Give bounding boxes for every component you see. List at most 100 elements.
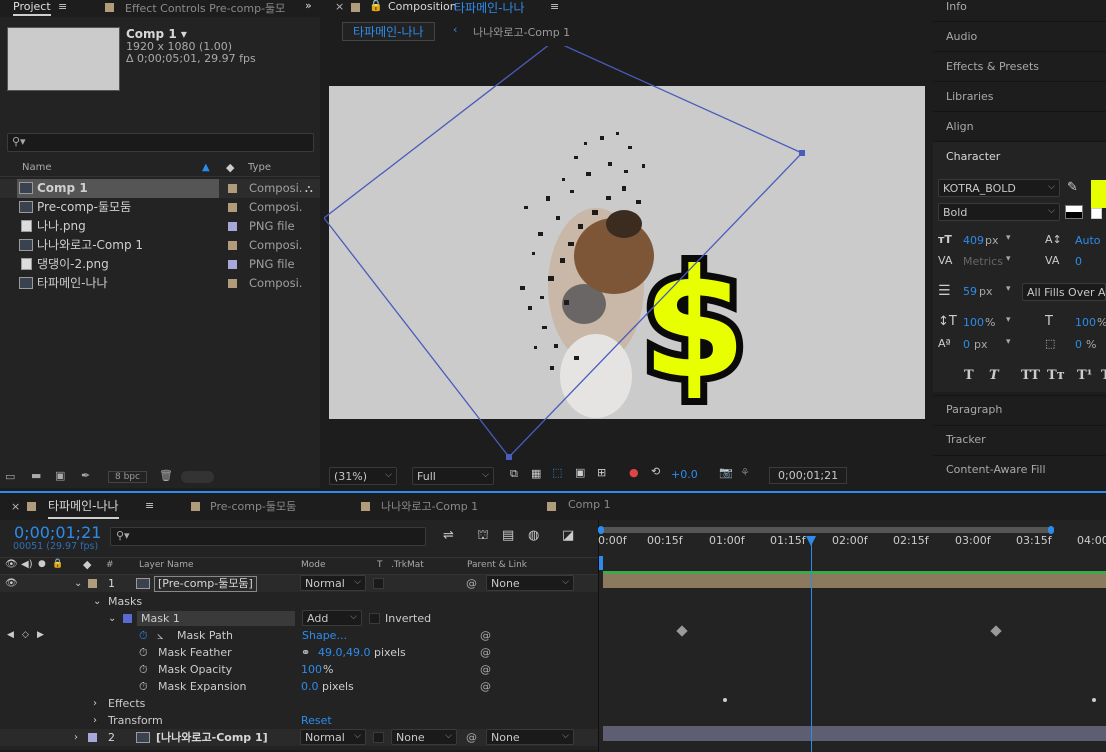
panel-menu-icon[interactable]: ≡	[550, 0, 559, 13]
search-input[interactable]: ⚲▾	[7, 133, 314, 152]
project-item[interactable]: 댕댕이-2.png PNG file	[0, 255, 320, 274]
hide-shy-layers-icon[interactable]: ▤	[502, 528, 514, 543]
font-size-value[interactable]: 409	[963, 234, 984, 247]
channel-icon[interactable]: ●	[629, 466, 639, 479]
new-composition-icon[interactable]: ▣	[55, 469, 65, 482]
transform-reset-link[interactable]: Reset	[301, 712, 332, 729]
layer-mode-dropdown[interactable]: Normal ⌵	[300, 575, 366, 591]
parent-dropdown[interactable]: None ⌵	[486, 575, 574, 591]
timeline-tab[interactable]: Pre-comp-둘모둠	[210, 498, 296, 514]
expand-chevron-icon[interactable]: ›	[93, 712, 97, 729]
next-keyframe-icon[interactable]: ▶	[37, 627, 44, 644]
sort-ascending-icon[interactable]: ▲	[202, 162, 210, 173]
work-area-start-handle[interactable]	[598, 526, 604, 534]
eyedropper-icon[interactable]: ✎	[1067, 180, 1078, 195]
all-caps-button[interactable]: TT	[1021, 368, 1040, 383]
expand-chevron-icon[interactable]: ⌄	[93, 593, 101, 610]
expand-chevron-icon[interactable]: ⌄	[74, 575, 82, 592]
leading-value[interactable]: Auto	[1075, 234, 1101, 247]
bit-depth-button[interactable]: 8 bpc	[108, 471, 147, 483]
composition-mini-flowchart-icon[interactable]: ⇌	[443, 528, 454, 543]
mask-opacity-value[interactable]: 100	[301, 661, 322, 678]
mask-feather-value[interactable]: 49.0,49.0	[318, 644, 370, 661]
tracking-value[interactable]: 0	[1075, 255, 1082, 268]
grid-guides-icon[interactable]: ⊞	[597, 466, 606, 479]
layer-mode-dropdown[interactable]: Normal ⌵	[300, 729, 366, 745]
exposure-value[interactable]: +0.0	[671, 468, 698, 481]
masks-group-row[interactable]: ⌄ Masks	[0, 593, 598, 610]
mask-color-swatch[interactable]	[123, 614, 132, 623]
panel-audio[interactable]: Audio	[946, 30, 977, 43]
pick-whip-icon[interactable]: @	[466, 729, 477, 746]
expression-icon[interactable]: @	[480, 644, 491, 661]
font-style-dropdown[interactable]: Bold ⌵	[938, 203, 1060, 221]
preserve-transparency-checkbox[interactable]	[373, 732, 384, 743]
faux-bold-button[interactable]: T	[964, 368, 974, 383]
panel-paragraph[interactable]: Paragraph	[946, 403, 1002, 416]
chevron-down-icon[interactable]: ▾	[1006, 233, 1011, 243]
tsume-value[interactable]: 0	[1075, 338, 1082, 351]
stopwatch-icon[interactable]: ⏱	[139, 661, 148, 678]
panel-menu-icon[interactable]: ≡	[145, 499, 154, 512]
column-type[interactable]: Type	[248, 162, 271, 173]
prev-keyframe-icon[interactable]: ◀	[7, 627, 14, 644]
expression-icon[interactable]: @	[480, 661, 491, 678]
project-item[interactable]: Pre-comp-둘모둠 Composi.	[0, 198, 320, 217]
reset-exposure-icon[interactable]: ⟲	[651, 465, 660, 478]
mask-path-value[interactable]: Shape...	[302, 627, 347, 644]
panel-align[interactable]: Align	[946, 120, 974, 133]
stroke-color-swatch[interactable]	[1065, 205, 1083, 219]
expand-chevron-icon[interactable]: ⌄	[108, 610, 116, 627]
time-graph[interactable]: 0:00f 00:15f 01:00f 01:15f 02:00f 02:15f…	[598, 520, 1106, 752]
kerning-value[interactable]: Metrics	[963, 255, 1003, 268]
faux-italic-button[interactable]: T	[989, 368, 999, 383]
close-icon[interactable]: ×	[335, 0, 344, 13]
tab-effect-controls[interactable]: Effect Controls Pre-comp-둘모	[125, 0, 285, 16]
add-keyframe-icon[interactable]: ◇	[22, 627, 29, 644]
project-item[interactable]: 나나와로고-Comp 1 Composi.	[0, 236, 320, 255]
stroke-mode-dropdown[interactable]: All Fills Over All	[1022, 283, 1106, 301]
trash-icon[interactable]: 🗑	[159, 469, 173, 482]
layer1-duration-bar[interactable]	[603, 571, 1106, 588]
constrain-link-icon[interactable]: ⚭	[301, 644, 310, 661]
font-family-dropdown[interactable]: KOTRA_BOLD ⌵	[938, 179, 1060, 197]
panel-menu-icon[interactable]: ≡	[58, 0, 67, 13]
label-column-icon[interactable]: ◆	[83, 558, 91, 571]
footer-scroll[interactable]	[181, 471, 214, 483]
stroke-width-value[interactable]: 59	[963, 285, 977, 298]
keyframe[interactable]	[990, 625, 1002, 637]
fill-color-swatch[interactable]	[1091, 180, 1106, 208]
chevron-down-icon[interactable]: ▾	[1006, 337, 1011, 347]
resolution-dropdown[interactable]: Full ⌵	[412, 467, 494, 485]
layer-row[interactable]: › 2 [나나와로고-Comp 1] Normal ⌵ None ⌵ @ None ⌵	[0, 729, 598, 746]
audio-icon[interactable]: ◀)	[21, 559, 33, 570]
timeline-tab-active[interactable]: 타파메인-나나	[48, 497, 119, 519]
video-eye-icon[interactable]: 👁	[5, 575, 18, 592]
project-item[interactable]: Comp 1 Composi. ⛬	[0, 179, 320, 198]
mask-feather-row[interactable]: ⏱ Mask Feather ⚭ 49.0,49.0 pixels @	[0, 644, 598, 661]
lock-icon[interactable]: 🔒	[369, 0, 383, 12]
column-name[interactable]: Name	[22, 162, 52, 173]
draft-3d-icon[interactable]: ⛫	[477, 528, 489, 545]
effects-group-row[interactable]: › Effects	[0, 695, 598, 712]
timeline-timecode[interactable]: 0;00;01;21	[14, 523, 101, 542]
timeline-tab[interactable]: Comp 1	[568, 498, 611, 511]
transform-group-row[interactable]: › Transform Reset	[0, 712, 598, 729]
tab-project[interactable]: Project	[13, 0, 51, 16]
timeline-search-input[interactable]: ⚲▾	[110, 527, 426, 546]
motion-blur-icon[interactable]: ◪	[562, 528, 574, 543]
fast-previews-icon[interactable]: ⧉	[510, 467, 518, 481]
snapshot-icon[interactable]: 📷	[719, 466, 733, 479]
layer2-duration-bar[interactable]	[603, 726, 1106, 741]
panel-content-aware-fill[interactable]: Content-Aware Fill	[946, 463, 1046, 476]
inverted-checkbox[interactable]	[369, 613, 380, 624]
region-of-interest-icon[interactable]: ▣	[575, 466, 585, 479]
close-icon[interactable]: ×	[11, 500, 20, 513]
mask-mode-dropdown[interactable]: Add ⌵	[302, 610, 362, 626]
mask-expansion-value[interactable]: 0.0	[301, 678, 319, 695]
expand-chevron-icon[interactable]: ›	[74, 729, 78, 746]
expression-icon[interactable]: @	[480, 627, 491, 644]
panel-effects-presets[interactable]: Effects & Presets	[946, 60, 1039, 73]
label-swatch[interactable]	[88, 579, 97, 588]
show-snapshot-icon[interactable]: ⚘	[740, 466, 750, 479]
